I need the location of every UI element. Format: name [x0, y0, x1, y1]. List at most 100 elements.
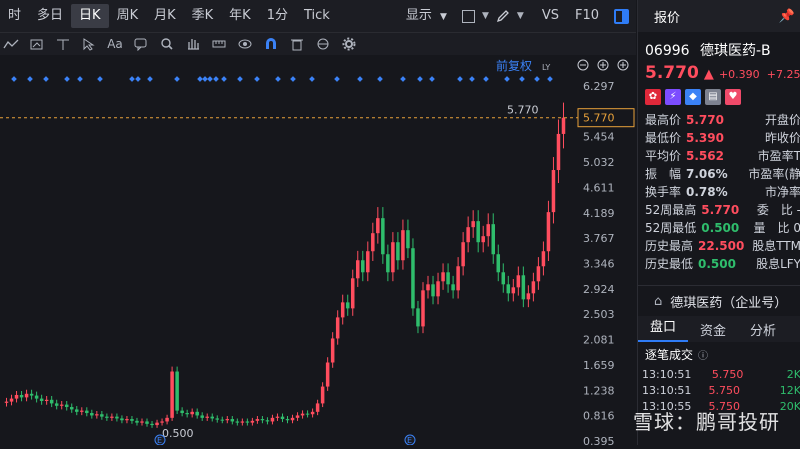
- candle[interactable]: [195, 411, 199, 416]
- candle[interactable]: [476, 221, 480, 243]
- news-marker-icon[interactable]: [11, 76, 17, 82]
- candle[interactable]: [325, 362, 330, 387]
- period-tab[interactable]: 季K: [184, 4, 222, 28]
- news-marker-icon[interactable]: [417, 76, 423, 82]
- candle[interactable]: [315, 403, 320, 412]
- candle[interactable]: [481, 236, 485, 243]
- kline-svg[interactable]: 前复权 LY 6.297 5.770 5.454 5.032 4.611 4.189 3.7…: [0, 55, 636, 448]
- news-marker-icon[interactable]: [202, 76, 208, 82]
- candle[interactable]: [531, 281, 536, 294]
- drawing-tools-icon[interactable]: [26, 33, 48, 55]
- candle[interactable]: [556, 133, 561, 171]
- company-link[interactable]: ⌂ 德琪医药（企业号）: [638, 286, 800, 316]
- pin-icon[interactable]: 📌: [763, 9, 800, 24]
- candle[interactable]: [461, 242, 465, 267]
- hk-flag-icon[interactable]: ✿: [645, 89, 661, 105]
- chevron-down-icon[interactable]: ▼: [482, 11, 489, 21]
- candle[interactable]: [280, 416, 285, 420]
- period-tab[interactable]: Tick: [296, 4, 338, 28]
- candle[interactable]: [441, 272, 445, 282]
- candle[interactable]: [340, 302, 345, 318]
- candle[interactable]: [49, 399, 54, 404]
- candle[interactable]: [24, 393, 29, 398]
- candle[interactable]: [381, 218, 385, 255]
- candle[interactable]: [90, 413, 94, 416]
- candle[interactable]: [215, 418, 220, 420]
- candle[interactable]: [350, 278, 355, 309]
- candle[interactable]: [295, 415, 300, 418]
- news-marker-icon[interactable]: [147, 76, 153, 82]
- candle[interactable]: [391, 242, 395, 273]
- candle[interactable]: [155, 422, 159, 426]
- candle[interactable]: [421, 290, 425, 327]
- candle[interactable]: [511, 287, 516, 294]
- candle[interactable]: [170, 371, 174, 418]
- candle[interactable]: [130, 419, 134, 421]
- candle[interactable]: [436, 281, 440, 297]
- chevron-down-icon[interactable]: ▼: [517, 11, 524, 21]
- candle[interactable]: [54, 403, 59, 406]
- news-marker-icon[interactable]: [377, 76, 383, 82]
- candle[interactable]: [401, 230, 405, 261]
- magnet-icon[interactable]: [260, 33, 282, 55]
- candle[interactable]: [240, 421, 245, 423]
- gear-icon[interactable]: [338, 33, 360, 55]
- candle[interactable]: [330, 338, 335, 363]
- candle[interactable]: [386, 254, 390, 273]
- news-marker-icon[interactable]: [519, 76, 525, 82]
- candle[interactable]: [225, 419, 230, 421]
- candle[interactable]: [411, 248, 415, 309]
- candle[interactable]: [140, 421, 144, 423]
- candle[interactable]: [255, 419, 260, 421]
- candle[interactable]: [220, 419, 225, 421]
- candle[interactable]: [75, 409, 79, 412]
- news-marker-icon[interactable]: [504, 76, 510, 82]
- candle[interactable]: [210, 416, 214, 419]
- trend-line-icon[interactable]: [0, 33, 22, 55]
- measure-icon[interactable]: [208, 33, 230, 55]
- text-icon[interactable]: Aa: [104, 33, 126, 55]
- lightning-icon[interactable]: ⚡: [665, 89, 681, 105]
- candle[interactable]: [29, 393, 34, 396]
- news-marker-icon[interactable]: [275, 76, 281, 82]
- hand-icon[interactable]: [182, 33, 204, 55]
- candle[interactable]: [541, 251, 546, 267]
- candle[interactable]: [426, 284, 430, 291]
- info-icon[interactable]: ⓘ: [698, 347, 708, 362]
- news-marker-icon[interactable]: [197, 76, 203, 82]
- vs-button[interactable]: VS: [534, 4, 567, 28]
- candle[interactable]: [14, 394, 19, 399]
- candle[interactable]: [305, 413, 310, 415]
- news-marker-icon[interactable]: [483, 76, 489, 82]
- candle[interactable]: [95, 414, 99, 416]
- news-marker-icon[interactable]: [237, 76, 243, 82]
- candle[interactable]: [561, 117, 566, 134]
- candle[interactable]: [100, 414, 104, 417]
- candle[interactable]: [491, 224, 495, 255]
- news-marker-icon[interactable]: [221, 76, 227, 82]
- news-marker-icon[interactable]: [534, 76, 540, 82]
- candle[interactable]: [431, 284, 435, 297]
- candle[interactable]: [466, 227, 470, 243]
- candle[interactable]: [64, 404, 69, 408]
- candle[interactable]: [506, 284, 511, 294]
- candle[interactable]: [526, 293, 531, 300]
- candle[interactable]: [320, 386, 325, 404]
- news-marker-icon[interactable]: [357, 76, 363, 82]
- adjust-label[interactable]: 前复权: [496, 58, 532, 73]
- f10-button[interactable]: F10: [567, 4, 607, 28]
- candle[interactable]: [205, 416, 209, 418]
- candle[interactable]: [165, 417, 169, 422]
- pen-icon[interactable]: [496, 9, 510, 23]
- candle[interactable]: [446, 272, 450, 285]
- news-marker-icon[interactable]: [400, 76, 406, 82]
- candle[interactable]: [361, 260, 365, 273]
- candle[interactable]: [4, 401, 9, 403]
- candle[interactable]: [39, 398, 44, 402]
- candle[interactable]: [180, 410, 184, 414]
- candle[interactable]: [496, 254, 501, 273]
- candle[interactable]: [250, 420, 255, 423]
- candle[interactable]: [275, 416, 280, 418]
- candle[interactable]: [546, 212, 551, 252]
- news-marker-icon[interactable]: [457, 76, 463, 82]
